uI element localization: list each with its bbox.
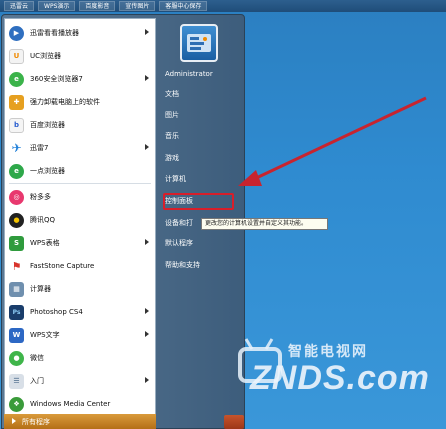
znds-watermark-logo: 智能电视网 ZNDS.com — [236, 335, 432, 410]
watermark-bottom-text: ZNDS.com — [250, 359, 430, 397]
watermark-top-text: 智能电视网 — [288, 344, 368, 360]
